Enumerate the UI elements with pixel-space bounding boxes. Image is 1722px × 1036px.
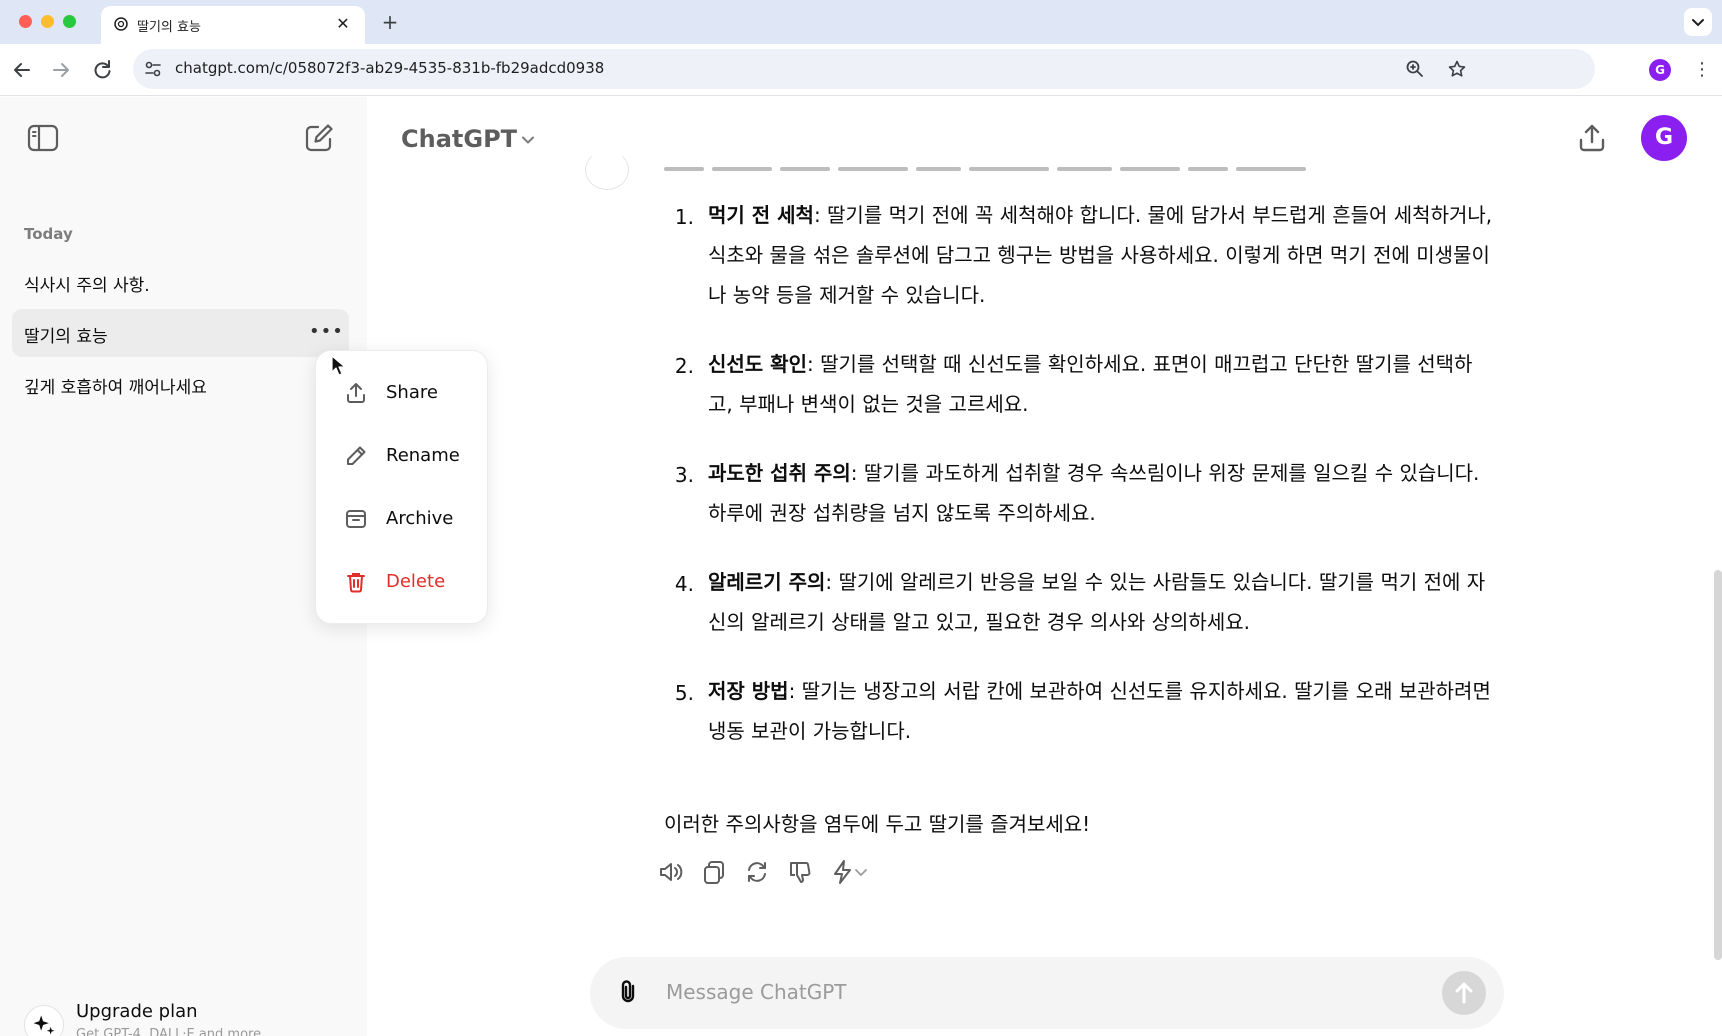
arrow-up-icon	[1455, 982, 1473, 1004]
menu-item-label: Share	[386, 382, 438, 403]
list-item-term: 과도한 섭취 주의	[708, 461, 851, 485]
list-number: 1.	[674, 205, 694, 229]
list-item-text: : 딸기를 먹기 전에 꼭 세척해야 합니다. 물에 담가서 부드럽게 흔들어 …	[708, 203, 1493, 307]
browser-profile-avatar[interactable]: G	[1649, 59, 1671, 81]
browser-tab-active[interactable]: 딸기의 효능 ✕	[101, 6, 365, 44]
address-bar[interactable]: chatgpt.com/c/058072f3-ab29-4535-831b-fb…	[133, 49, 1595, 89]
copy-icon[interactable]	[700, 858, 728, 886]
window-maximize-button[interactable]	[63, 15, 76, 28]
list-item-term: 먹기 전 세척	[708, 203, 814, 227]
openai-logo-icon	[114, 17, 128, 31]
chevron-down-icon[interactable]	[853, 858, 869, 886]
sidebar-chat-item[interactable]: 깊게 호흡하여 깨어나세요	[12, 360, 349, 408]
regenerate-icon[interactable]	[743, 858, 771, 886]
upgrade-plan-subtitle: Get GPT-4, DALL·E and more	[76, 1027, 262, 1036]
menu-item-archive[interactable]: Archive	[316, 491, 489, 547]
message-input[interactable]: Message ChatGPT	[666, 980, 847, 1004]
list-number: 3.	[674, 463, 694, 487]
menu-item-label: Archive	[386, 508, 454, 529]
list-item-text: : 딸기를 선택할 때 신선도를 확인하세요. 표면이 매끄럽고 단단한 딸기를…	[708, 352, 1473, 416]
list-number: 4.	[674, 572, 694, 596]
back-arrow-icon[interactable]	[8, 56, 36, 84]
chevron-down-icon	[1692, 19, 1704, 27]
message-composer[interactable]: Message ChatGPT	[590, 957, 1504, 1029]
list-item-text: : 딸기에 알레르기 반응을 보일 수 있는 사람들도 있습니다. 딸기를 먹기…	[708, 570, 1486, 634]
list-item-text: : 딸기는 냉장고의 서랍 칸에 보관하여 신선도를 유지하세요. 딸기를 오래…	[708, 679, 1491, 743]
assistant-avatar	[585, 150, 629, 190]
closing-paragraph: 이러한 주의사항을 염두에 두고 딸기를 즐겨보세요!	[664, 812, 1091, 836]
chat-options-icon[interactable]: •••	[309, 319, 343, 347]
attach-paperclip-icon[interactable]	[614, 977, 644, 1007]
upgrade-plan-button[interactable]: Upgrade plan Get GPT-4, DALL·E and more	[24, 1001, 344, 1036]
sidebar-chat-item-active[interactable]: 딸기의 효능 •••	[12, 309, 349, 357]
tab-title: 딸기의 효능	[137, 20, 201, 35]
list-item-term: 신선도 확인	[708, 352, 807, 376]
message-actions	[657, 856, 887, 888]
menu-item-delete[interactable]: Delete	[316, 554, 489, 610]
model-selector[interactable]: ChatGPT	[401, 125, 517, 153]
list-item-body: 과도한 섭취 주의: 딸기를 과도하게 섭취할 경우 속쓰림이나 위장 문제를 …	[708, 453, 1494, 533]
sidebar-chat-label: 딸기의 효능	[24, 327, 108, 347]
window-close-button[interactable]	[19, 15, 32, 28]
list-item-body: 알레르기 주의: 딸기에 알레르기 반응을 보일 수 있는 사람들도 있습니다.…	[708, 562, 1494, 642]
browser-tabstrip: 딸기의 효능 ✕ +	[0, 0, 1722, 44]
sidebar-chat-label: 깊게 호흡하여 깨어나세요	[24, 378, 207, 398]
menu-item-rename[interactable]: Rename	[316, 428, 489, 484]
tab-search-button[interactable]	[1684, 8, 1712, 36]
sidebar-chat-label: 식사시 주의 사항.	[24, 276, 150, 296]
share-icon	[347, 383, 365, 403]
user-avatar[interactable]: G	[1641, 115, 1687, 161]
browser-menu-icon[interactable]: ⋮	[1690, 56, 1714, 84]
zoom-icon[interactable]	[1405, 59, 1425, 79]
url-text[interactable]: chatgpt.com/c/058072f3-ab29-4535-831b-fb…	[175, 59, 604, 77]
trash-icon	[347, 573, 365, 593]
send-button[interactable]	[1442, 971, 1486, 1015]
site-settings-icon[interactable]	[143, 59, 163, 79]
list-item-body: 먹기 전 세척: 딸기를 먹기 전에 꼭 세척해야 합니다. 물에 담가서 부드…	[708, 195, 1494, 315]
list-item-term: 저장 방법	[708, 679, 789, 703]
share-chat-icon[interactable]	[1575, 121, 1609, 155]
list-item-body: 저장 방법: 딸기는 냉장고의 서랍 칸에 보관하여 신선도를 유지하세요. 딸…	[708, 671, 1494, 751]
new-chat-icon[interactable]	[302, 121, 336, 155]
mouse-pointer-icon	[331, 355, 346, 376]
browser-toolbar: chatgpt.com/c/058072f3-ab29-4535-831b-fb…	[0, 44, 1722, 96]
tab-close-icon[interactable]: ✕	[333, 14, 353, 34]
list-number: 2.	[674, 354, 694, 378]
bookmark-star-icon[interactable]	[1447, 59, 1467, 79]
sidebar-section-today: Today	[24, 225, 73, 243]
list-item-term: 알레르기 주의	[708, 570, 826, 594]
sidebar-chat-item[interactable]: 식사시 주의 사항.	[12, 258, 349, 306]
archive-icon	[346, 510, 366, 528]
list-number: 5.	[674, 681, 694, 705]
avatar-initial: G	[1654, 125, 1674, 150]
list-item-body: 신선도 확인: 딸기를 선택할 때 신선도를 확인하세요. 표면이 매끄럽고 단…	[708, 344, 1494, 424]
new-tab-button[interactable]: +	[378, 10, 402, 34]
sparkle-icon	[24, 1005, 64, 1036]
read-aloud-icon[interactable]	[657, 858, 685, 886]
pencil-icon	[347, 446, 366, 465]
chevron-down-icon[interactable]	[519, 131, 537, 149]
reload-icon[interactable]	[88, 56, 116, 84]
menu-item-label: Delete	[386, 571, 446, 592]
menu-item-label: Rename	[386, 445, 460, 466]
scrollbar-thumb[interactable]	[1714, 570, 1722, 960]
chat-context-menu: Share Rename Archive Delete	[315, 350, 488, 624]
forward-arrow-icon[interactable]	[47, 56, 75, 84]
clipped-text-line	[664, 161, 1344, 173]
thumbs-down-icon[interactable]	[786, 858, 814, 886]
upgrade-plan-label: Upgrade plan	[76, 1001, 198, 1022]
window-minimize-button[interactable]	[41, 15, 54, 28]
sidebar: Today 식사시 주의 사항. 딸기의 효능 ••• 깊게 호흡하여 깨어나세…	[0, 97, 367, 1036]
sidebar-toggle-icon[interactable]	[26, 121, 60, 155]
